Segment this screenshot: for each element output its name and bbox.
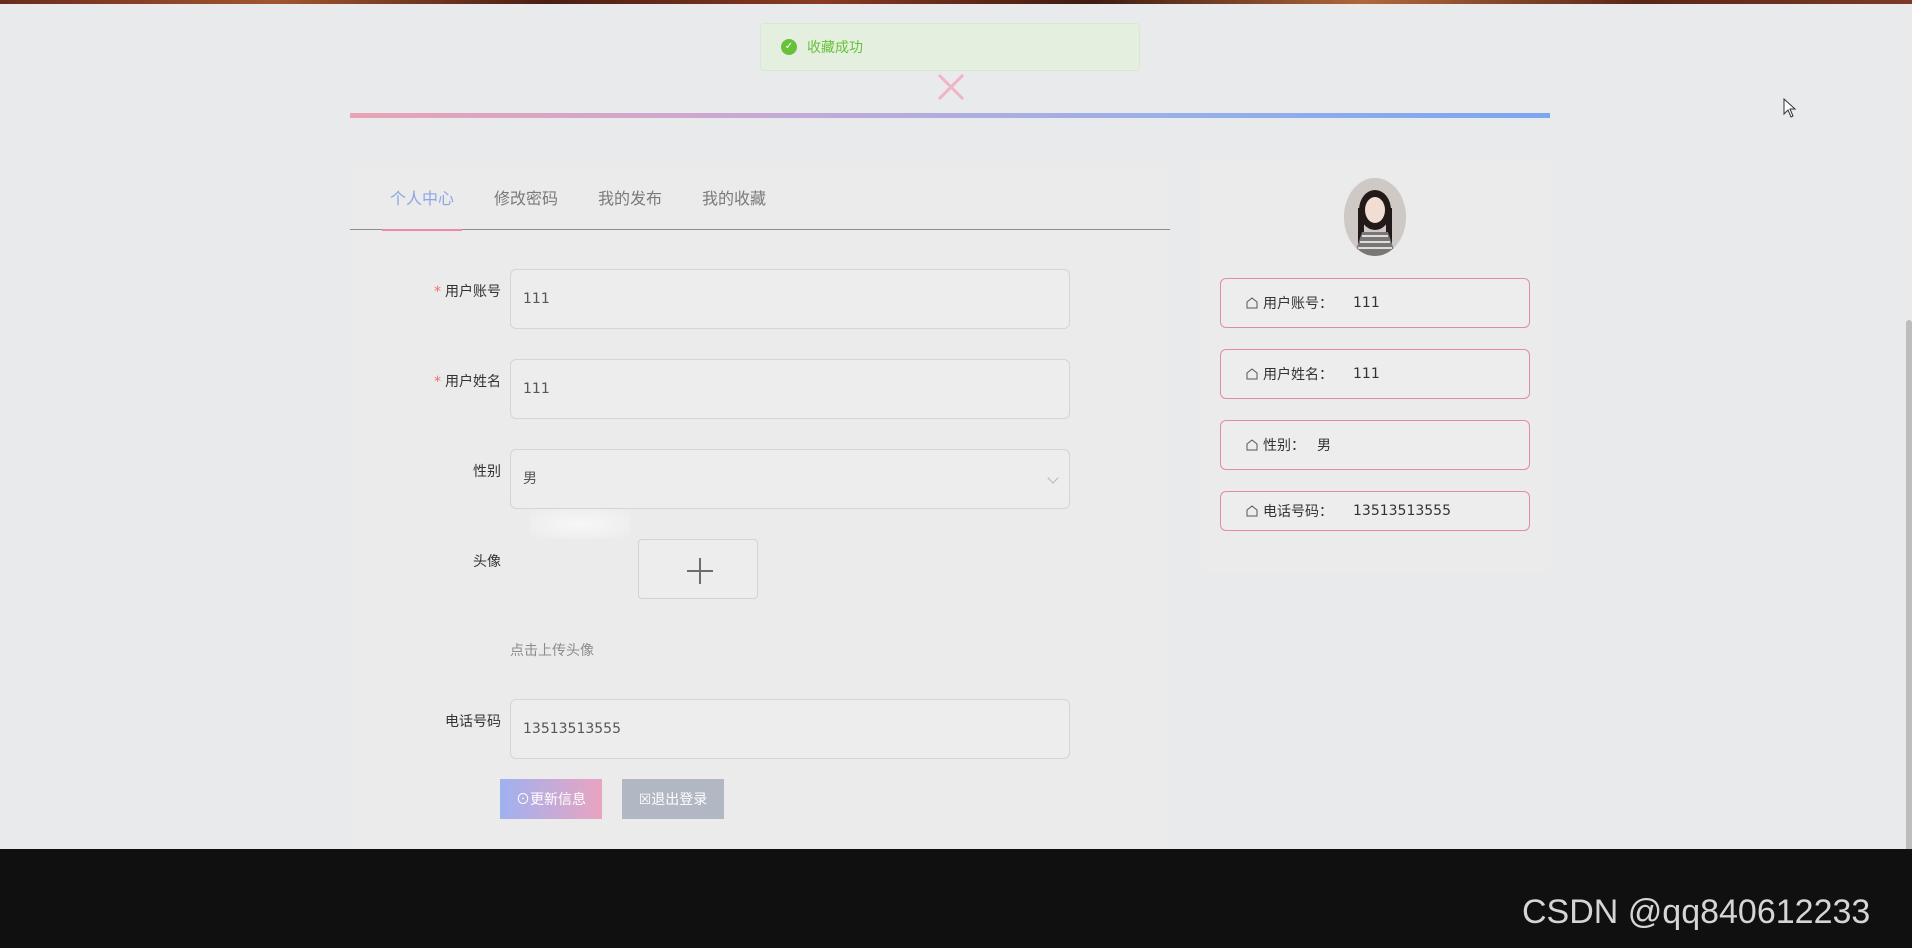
avatar-upload-hint: 点击上传头像 — [510, 643, 594, 659]
profile-form-card: 个人中心 修改密码 我的发布 我的收藏 * 用户账号 111 * 用户姓名 111 … — [350, 166, 1170, 848]
home-icon — [1246, 297, 1258, 309]
phone-input[interactable]: 13513513555 — [510, 699, 1070, 759]
logout-button[interactable]: ☒退出登录 — [622, 779, 724, 819]
profile-gender-label: 性别： — [1263, 438, 1305, 454]
header-background-strip — [0, 0, 1912, 4]
home-icon — [1246, 505, 1258, 517]
avatar-upload-button[interactable] — [638, 539, 758, 599]
profile-phone-value: 13513513555 — [1353, 503, 1451, 519]
logout-box-icon: ☒ — [638, 791, 652, 807]
profile-phone-label: 电话号码： — [1263, 504, 1333, 520]
close-icon[interactable] — [936, 72, 966, 102]
name-label: * 用户姓名 — [434, 374, 501, 390]
profile-phone-item: 电话号码： 13513513555 — [1220, 491, 1530, 531]
mouse-cursor-icon — [1783, 98, 1797, 118]
tab-personal-center[interactable]: 个人中心 — [381, 166, 463, 231]
profile-gender-item: 性别： 男 — [1220, 420, 1530, 470]
page-scrollbar[interactable] — [1906, 320, 1912, 865]
profile-account-label: 用户账号： — [1263, 296, 1333, 312]
profile-name-label: 用户姓名： — [1263, 367, 1333, 383]
title-divider — [350, 113, 1550, 118]
check-circle-icon: ✓ — [781, 39, 797, 55]
profile-tabs: 个人中心 修改密码 我的发布 我的收藏 — [350, 166, 1170, 231]
tab-change-password[interactable]: 修改密码 — [494, 166, 558, 230]
avatar-label: 头像 — [473, 554, 501, 570]
account-label: * 用户账号 — [434, 284, 501, 300]
profile-account-item: 用户账号： 111 — [1220, 278, 1530, 328]
phone-label: 电话号码 — [445, 714, 501, 730]
chevron-down-icon — [1047, 472, 1059, 484]
account-input[interactable]: 111 — [510, 269, 1070, 329]
avatar — [1344, 178, 1406, 256]
avatar-image — [1344, 178, 1406, 256]
profile-name-item: 用户姓名： 111 — [1220, 349, 1530, 399]
gender-select-value: 男 — [523, 471, 537, 487]
update-info-button[interactable]: ⊙更新信息 — [500, 779, 602, 819]
tab-my-posts[interactable]: 我的发布 — [598, 166, 662, 230]
plus-icon — [687, 558, 713, 584]
profile-name-value: 111 — [1353, 366, 1380, 382]
success-toast: ✓ 收藏成功 — [760, 23, 1140, 71]
profile-gender-value: 男 — [1317, 438, 1331, 454]
toast-message: 收藏成功 — [807, 40, 863, 56]
check-circle-icon: ⊙ — [516, 791, 530, 807]
gender-select[interactable]: 男 — [510, 449, 1070, 509]
name-input[interactable]: 111 — [510, 359, 1070, 419]
profile-account-value: 111 — [1353, 295, 1380, 311]
upload-preview-blur — [530, 509, 630, 539]
gender-label: 性别 — [473, 464, 501, 480]
watermark-text: CSDN @qq840612233 — [1522, 893, 1871, 931]
tab-my-favorites[interactable]: 我的收藏 — [702, 166, 766, 230]
home-icon — [1246, 439, 1258, 451]
home-icon — [1246, 368, 1258, 380]
profile-summary-card: 用户账号： 111 用户姓名： 111 性别： 男 电话号码： 13513513… — [1200, 158, 1550, 572]
